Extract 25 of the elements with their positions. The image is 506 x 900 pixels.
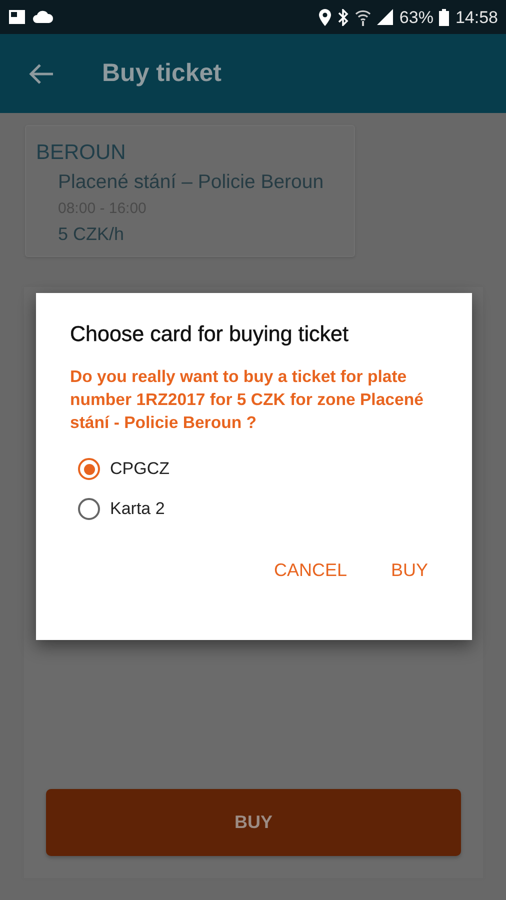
card-name: Karta 2: [110, 499, 165, 519]
location-icon: [319, 8, 332, 26]
bluetooth-icon: [337, 8, 350, 26]
hourly-price: 5 CZK/h: [58, 224, 126, 242]
screen-title: Buy ticket: [102, 59, 222, 88]
radio-button[interactable]: [78, 458, 100, 480]
battery-percent: 63%: [399, 8, 434, 26]
image-icon: [8, 9, 26, 25]
card-option[interactable]: CPGCZ: [78, 458, 170, 480]
buy-button[interactable]: BUY: [46, 789, 461, 856]
city-name: BEROUN: [36, 142, 127, 163]
wifi-icon: [355, 8, 372, 26]
clock-time: 14:58: [455, 8, 498, 26]
confirm-button[interactable]: BUY: [390, 560, 428, 581]
signal-icon: [377, 9, 394, 25]
dialog-title: Choose card for buying ticket: [70, 322, 350, 347]
back-button[interactable]: [28, 62, 54, 84]
cancel-button[interactable]: CANCEL: [274, 560, 347, 581]
card-option[interactable]: Karta 2: [78, 498, 165, 520]
radio-button[interactable]: [78, 498, 100, 520]
card-name: CPGCZ: [110, 459, 170, 479]
confirmation-message: Do you really want to buy a ticket for plate number 1RZ2017 for 5 CZK for zone Placené stání - Policie Beroun ?: [70, 366, 424, 434]
cloud-icon: [32, 10, 54, 24]
battery-icon: [439, 8, 450, 26]
zone-name: Placené stání – Policie Beroun: [58, 173, 325, 192]
